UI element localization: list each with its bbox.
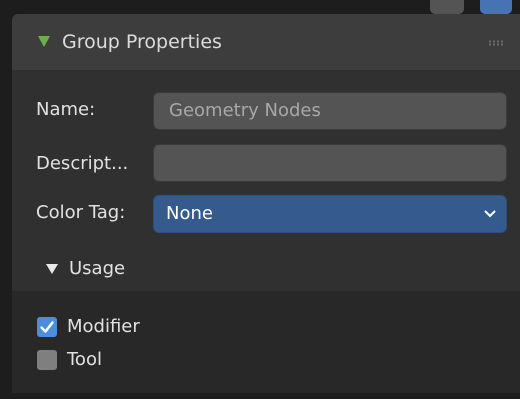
usage-title: Usage <box>69 258 126 279</box>
color-tag-select[interactable]: None <box>153 195 507 233</box>
name-label: Name: <box>36 99 96 120</box>
modifier-checkbox[interactable] <box>37 317 57 337</box>
group-properties-panel: Group Properties Name: Geometry Nodes De… <box>12 14 520 393</box>
top-toolbar-button[interactable] <box>430 0 464 14</box>
description-label: Descript... <box>36 153 129 174</box>
checkmark-icon <box>40 321 54 333</box>
name-field[interactable]: Geometry Nodes <box>153 92 507 130</box>
tool-label: Tool <box>67 349 102 370</box>
color-tag-value: None <box>166 203 213 224</box>
description-field[interactable] <box>153 144 507 182</box>
panel-header[interactable]: Group Properties <box>12 14 520 70</box>
modifier-checkbox-row[interactable]: Modifier <box>12 314 520 342</box>
tool-checkbox[interactable] <box>37 350 57 370</box>
panel-title: Group Properties <box>62 31 222 53</box>
triangle-down-icon[interactable] <box>38 36 50 47</box>
drag-grip-icon[interactable] <box>488 40 504 46</box>
usage-subpanel-header[interactable]: Usage <box>12 251 520 291</box>
modifier-label: Modifier <box>67 316 140 337</box>
triangle-down-icon[interactable] <box>46 264 58 274</box>
top-toolbar-button-active[interactable] <box>480 0 512 14</box>
tool-checkbox-row[interactable]: Tool <box>12 347 520 375</box>
color-tag-label: Color Tag: <box>36 202 126 223</box>
usage-subpanel: Modifier Tool <box>12 291 520 393</box>
chevron-down-icon <box>483 205 497 227</box>
name-value: Geometry Nodes <box>169 100 321 121</box>
